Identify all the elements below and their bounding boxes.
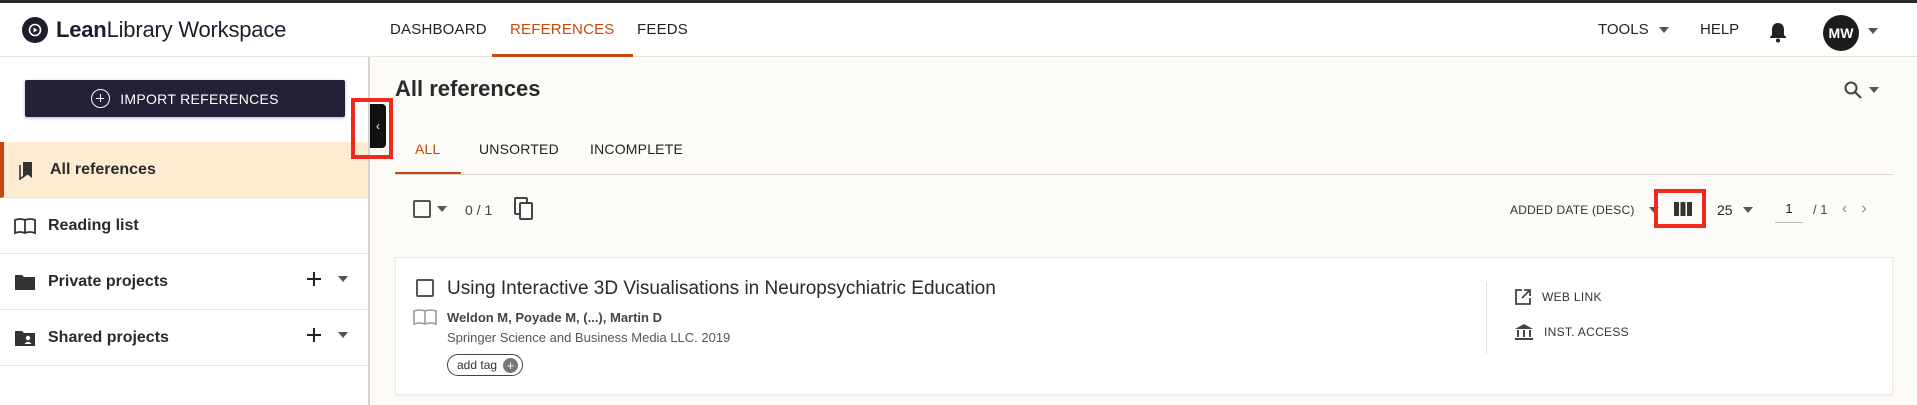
page-title: All references bbox=[395, 76, 541, 101]
nav-tab-dashboard[interactable]: DASHBOARD bbox=[372, 3, 505, 57]
logo-text: LeanLibrary Workspace bbox=[56, 17, 287, 42]
reference-publisher: Springer Science and Business Media LLC.… bbox=[447, 330, 731, 345]
sort-dropdown[interactable]: ADDED DATE (DESC) bbox=[1510, 203, 1659, 217]
chevron-right-icon[interactable]: › bbox=[1861, 200, 1866, 218]
reference-card[interactable]: Using Interactive 3D Visualisations in N… bbox=[395, 257, 1893, 395]
add-icon[interactable] bbox=[306, 271, 322, 287]
chevron-down-icon[interactable] bbox=[1868, 28, 1878, 34]
bookmarks-icon bbox=[19, 161, 32, 180]
tabs-divider bbox=[395, 174, 1893, 175]
chevron-left-icon[interactable]: ‹ bbox=[1842, 200, 1847, 218]
sidebar-item-shared-projects[interactable]: Shared projects bbox=[0, 310, 368, 366]
external-link-icon bbox=[1515, 289, 1531, 305]
sidebar-item-label: Private projects bbox=[48, 272, 169, 290]
reference-checkbox[interactable] bbox=[416, 279, 434, 297]
sidebar-item-reading-list[interactable]: Reading list bbox=[0, 198, 368, 254]
select-all-control[interactable] bbox=[413, 200, 447, 218]
add-icon[interactable] bbox=[306, 327, 322, 343]
sort-label: ADDED DATE (DESC) bbox=[1510, 203, 1635, 217]
search-menu[interactable] bbox=[1843, 80, 1879, 100]
card-divider bbox=[1486, 282, 1487, 354]
import-references-label: IMPORT REFERENCES bbox=[120, 90, 279, 107]
copy-icon[interactable] bbox=[513, 196, 535, 227]
web-link-label: WEB LINK bbox=[1542, 290, 1602, 304]
page-total: / 1 bbox=[1813, 202, 1828, 217]
tools-menu[interactable]: TOOLS bbox=[1598, 3, 1669, 57]
add-tag-label: add tag bbox=[457, 358, 498, 372]
per-page-select[interactable]: 25 bbox=[1717, 202, 1753, 218]
tab-unsorted[interactable]: UNSORTED bbox=[459, 128, 579, 174]
tab-incomplete[interactable]: INCOMPLETE bbox=[570, 128, 703, 174]
sidebar-item-all-references[interactable]: All references bbox=[0, 142, 368, 198]
institution-icon bbox=[1515, 324, 1533, 340]
import-references-button[interactable]: IMPORT REFERENCES bbox=[25, 80, 345, 117]
per-page-value: 25 bbox=[1717, 202, 1733, 218]
sidebar-item-label: All references bbox=[50, 160, 156, 178]
open-book-icon[interactable] bbox=[413, 308, 437, 326]
chevron-down-icon bbox=[1658, 27, 1669, 33]
page-number-input[interactable]: 1 bbox=[1775, 195, 1803, 223]
sidebar: IMPORT REFERENCES All references Reading… bbox=[0, 57, 370, 405]
open-book-icon bbox=[14, 217, 36, 234]
chevron-down-icon bbox=[1742, 207, 1753, 213]
chevron-down-icon[interactable] bbox=[338, 332, 348, 338]
chevron-down-icon[interactable] bbox=[437, 206, 447, 212]
reference-authors: Weldon M, Poyade M, (...), Martin D bbox=[447, 310, 662, 325]
inst-access-label: INST. ACCESS bbox=[1544, 325, 1629, 339]
search-icon bbox=[1844, 81, 1862, 99]
selection-count: 0 / 1 bbox=[465, 202, 493, 218]
app-header: LeanLibrary Workspace DASHBOARD REFERENC… bbox=[0, 3, 1917, 57]
sidebar-item-label: Reading list bbox=[48, 216, 139, 234]
pagination-nav: ‹ › bbox=[1842, 200, 1867, 218]
chevron-down-icon bbox=[1869, 87, 1879, 93]
add-icon: + bbox=[503, 357, 519, 373]
select-all-checkbox[interactable] bbox=[413, 200, 431, 218]
logo-icon bbox=[22, 17, 48, 43]
sidebar-item-label: Shared projects bbox=[48, 328, 169, 346]
tools-label: TOOLS bbox=[1598, 21, 1649, 38]
inst-access-button[interactable]: INST. ACCESS bbox=[1514, 323, 1629, 341]
app-logo[interactable]: LeanLibrary Workspace bbox=[22, 17, 286, 43]
chevron-down-icon[interactable] bbox=[338, 276, 348, 282]
add-tag-button[interactable]: add tag + bbox=[447, 354, 524, 376]
web-link-button[interactable]: WEB LINK bbox=[1514, 288, 1602, 306]
tab-all[interactable]: ALL bbox=[395, 128, 461, 174]
avatar[interactable]: MW bbox=[1823, 15, 1859, 51]
highlight-box bbox=[351, 98, 393, 159]
shared-projects-actions bbox=[306, 327, 348, 343]
add-circle-icon bbox=[91, 89, 111, 108]
sidebar-item-private-projects[interactable]: Private projects bbox=[0, 254, 368, 310]
private-projects-actions bbox=[306, 271, 348, 287]
reference-title[interactable]: Using Interactive 3D Visualisations in N… bbox=[447, 278, 996, 300]
bell-icon[interactable] bbox=[1768, 21, 1788, 48]
shared-folder-icon bbox=[15, 330, 35, 346]
highlight-box bbox=[1654, 189, 1706, 228]
help-link[interactable]: HELP bbox=[1700, 3, 1739, 57]
nav-tab-feeds[interactable]: FEEDS bbox=[619, 3, 706, 57]
nav-tab-references[interactable]: REFERENCES bbox=[492, 3, 633, 57]
folder-icon bbox=[15, 274, 35, 290]
